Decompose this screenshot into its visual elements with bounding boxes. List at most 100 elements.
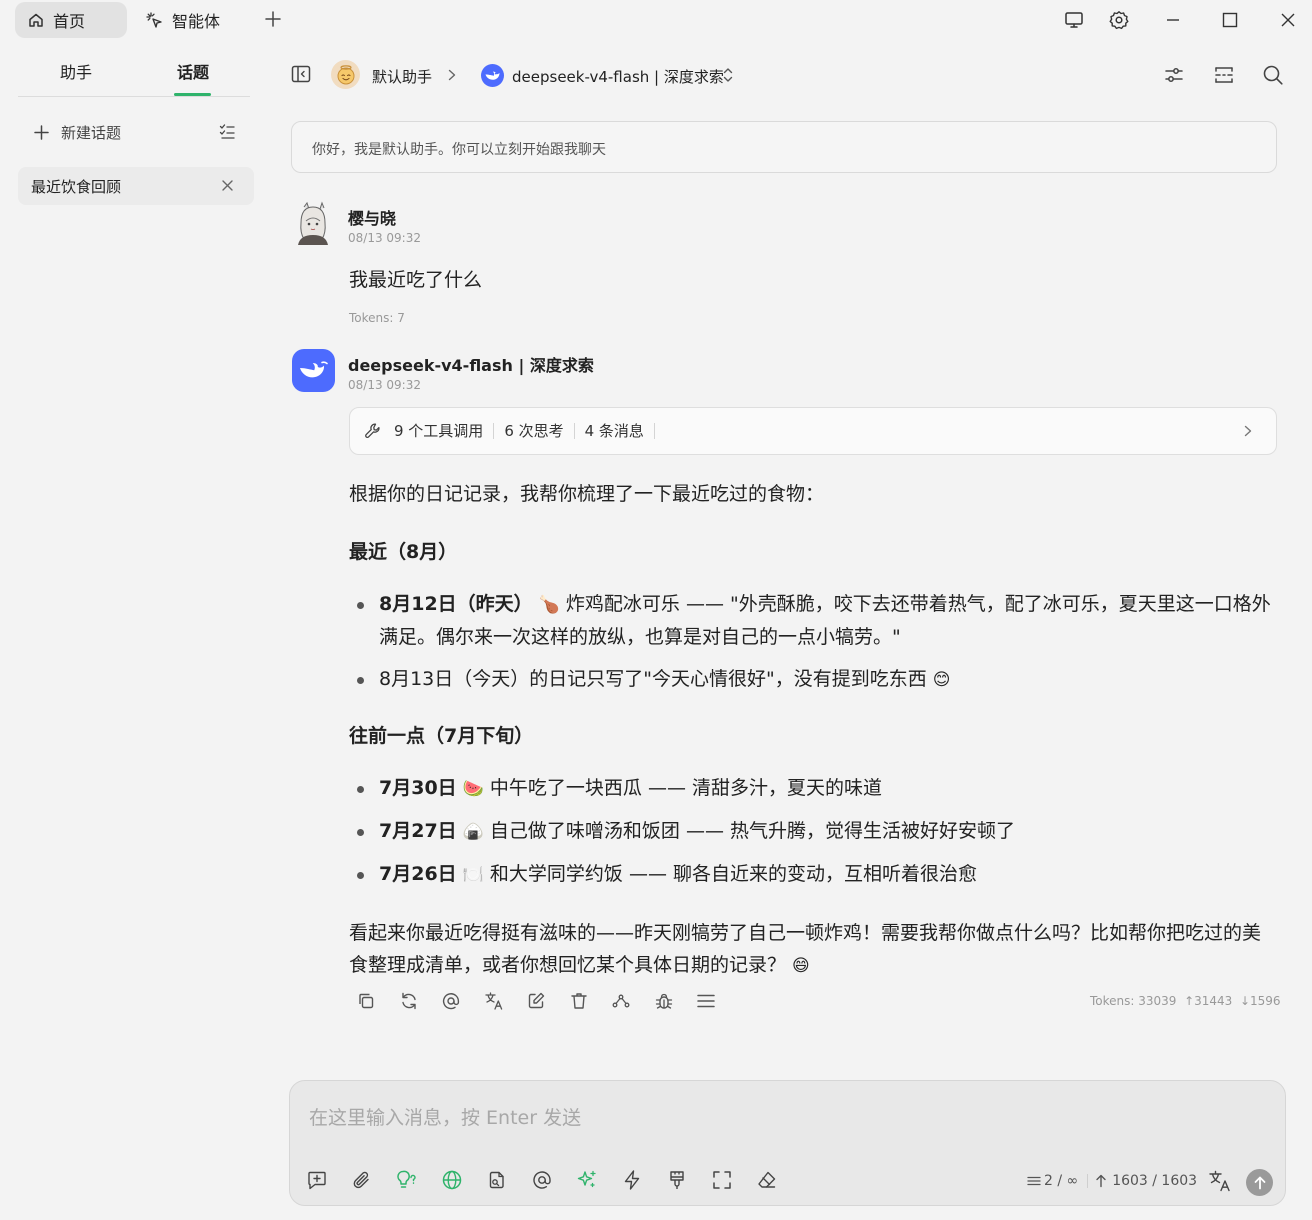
assistant-name[interactable]: 默认助手: [372, 66, 432, 87]
list-item: 7月26日 🍽️ 和大学同学约饭 —— 聊各自近来的变动，互相听着很治愈: [349, 858, 1279, 891]
tab-agents[interactable]: 智能体: [146, 2, 220, 38]
tokens-total: Tokens: 33039: [1090, 994, 1177, 1008]
assistant-model-name: deepseek-v4-flash | 深度求索: [348, 356, 594, 375]
search-icon[interactable]: [1262, 64, 1284, 86]
deepseek-avatar[interactable]: [292, 349, 335, 392]
paperclip-icon[interactable]: [351, 1167, 396, 1193]
sidebar-toggle-icon[interactable]: [291, 64, 311, 84]
user-message-tokens: Tokens: 7: [349, 311, 405, 325]
list-item: 8月12日（昨天） 🍗 炸鸡配冰可乐 —— "外壳酥脆，咬下去还带着热气，配了冰…: [349, 588, 1279, 653]
answer-section-july: 往前一点（7月下旬）: [349, 725, 534, 747]
tab-topics[interactable]: 话题: [177, 59, 209, 83]
maximize-button[interactable]: [1221, 10, 1239, 30]
tokens-output: 1596: [1250, 994, 1281, 1008]
window-topbar: 首页 智能体: [0, 0, 1312, 40]
sparkles-icon[interactable]: [576, 1167, 621, 1193]
answer-outro: 看起来你最近吃得挺有滋味的——昨天刚犒劳了自己一顿炸鸡！需要我帮你做点什么吗？比…: [349, 917, 1279, 982]
entry-text: 自己做了味噌汤和饭团 —— 热气升腾，觉得生活被好好安顿了: [483, 820, 1016, 842]
new-topic-label: 新建话题: [61, 123, 122, 142]
copy-icon[interactable]: [355, 990, 398, 1012]
assistant-message-tokens: Tokens: 33039 ↑31443 ↓1596: [1090, 994, 1281, 1008]
globe-icon[interactable]: [441, 1167, 486, 1193]
message-actions: [355, 990, 738, 1012]
arrow-up-icon: [1095, 1174, 1107, 1188]
user-message-time: 08/13 09:32: [348, 231, 421, 245]
close-icon: [1279, 10, 1297, 30]
rice-ball-emoji: 🍙: [462, 822, 484, 842]
context-icon: [1027, 1174, 1041, 1188]
thinking-count: 6 次思考: [494, 423, 575, 439]
grin-emoji: 😄: [792, 956, 810, 976]
input-stats: 2 / ∞ 1603 / 1603: [1027, 1173, 1197, 1189]
chevron-right-icon: [1242, 424, 1254, 438]
list-item: 7月27日 🍙 自己做了味噌汤和饭团 —— 热气升腾，觉得生活被好好安顿了: [349, 815, 1279, 848]
tab-home[interactable]: 首页: [15, 2, 127, 38]
answer-section-recent: 最近（8月）: [349, 541, 458, 563]
user-message-text: 我最近吃了什么: [349, 269, 483, 291]
plate-emoji: 🍽️: [462, 865, 484, 885]
monitor-icon: [1064, 10, 1084, 30]
eraser-icon[interactable]: [756, 1167, 801, 1193]
answer-intro: 根据你的日记记录，我帮你梳理了一下最近吃过的食物：: [349, 483, 825, 505]
close-window-button[interactable]: [1279, 10, 1297, 30]
assistant-avatar[interactable]: [331, 60, 360, 89]
collapse-rows-icon[interactable]: [1213, 64, 1235, 86]
menu-icon[interactable]: [695, 990, 738, 1012]
fullscreen-icon[interactable]: [711, 1167, 756, 1193]
topic-title: 最近饮食回顾: [31, 177, 122, 196]
maximize-icon: [1221, 10, 1239, 30]
trash-icon[interactable]: [568, 990, 611, 1012]
entry-text: 中午吃了一块西瓜 —— 清甜多汁，夏天的味道: [483, 777, 883, 799]
tab-assistants[interactable]: 助手: [60, 59, 92, 83]
tokens-input: 31443: [1194, 994, 1233, 1008]
monitor-button[interactable]: [1064, 10, 1084, 30]
new-topic-icon[interactable]: [306, 1167, 351, 1193]
translate-icon[interactable]: [1208, 1169, 1232, 1193]
welcome-message: 你好，我是默认助手。你可以立刻开始跟我聊天: [291, 121, 1277, 173]
sparkle-cursor-icon: [146, 11, 172, 29]
message-count: 4 条消息: [575, 423, 655, 439]
entry-date: 8月12日（昨天）: [379, 593, 533, 615]
mention-icon[interactable]: [440, 990, 483, 1012]
branch-icon[interactable]: [610, 990, 653, 1012]
mention-icon[interactable]: [531, 1167, 576, 1193]
lightning-icon[interactable]: [621, 1167, 666, 1193]
entry-date: 7月30日: [379, 777, 457, 799]
send-button[interactable]: [1246, 1169, 1273, 1196]
close-icon[interactable]: [221, 179, 234, 192]
home-icon: [28, 12, 53, 28]
thinking-bulb-icon[interactable]: [396, 1167, 441, 1193]
add-tab-button[interactable]: [264, 10, 282, 28]
smile-emoji: 😊: [932, 670, 951, 690]
settings-button[interactable]: [1109, 10, 1129, 30]
plus-icon: [34, 124, 49, 140]
translate-icon[interactable]: [483, 990, 526, 1012]
regenerate-icon[interactable]: [398, 990, 441, 1012]
minimize-button[interactable]: [1164, 10, 1182, 30]
new-topic-button[interactable]: 新建话题: [18, 114, 250, 150]
topic-item[interactable]: 最近饮食回顾: [18, 167, 254, 205]
knowledge-base-icon[interactable]: [486, 1167, 531, 1193]
watermelon-emoji: 🍉: [462, 779, 484, 799]
sliders-icon[interactable]: [1163, 64, 1185, 86]
chevron-right-icon: [446, 68, 458, 82]
list-item: 8月13日（今天）的日记只写了"今天心情很好"，没有提到吃东西 😊: [349, 663, 1279, 696]
recent-food-list: 8月12日（昨天） 🍗 炸鸡配冰可乐 —— "外壳酥脆，咬下去还带着热气，配了冰…: [349, 588, 1279, 696]
user-avatar[interactable]: [292, 201, 334, 245]
bug-icon[interactable]: [653, 990, 696, 1012]
tab-agents-label: 智能体: [172, 12, 221, 31]
chevron-updown-icon[interactable]: [721, 66, 735, 84]
tab-home-label: 首页: [53, 12, 86, 31]
list-check-icon[interactable]: [219, 123, 236, 140]
tool-calls-summary[interactable]: 9 个工具调用 6 次思考 4 条消息: [349, 407, 1277, 455]
brush-icon[interactable]: [666, 1167, 711, 1193]
minimize-icon: [1164, 10, 1182, 30]
model-name[interactable]: deepseek-v4-flash | 深度求索: [512, 66, 724, 87]
chat-header: 默认助手 deepseek-v4-flash | 深度求索: [270, 52, 1312, 98]
arrow-up-icon: ↑: [1180, 994, 1195, 1008]
message-input-box[interactable]: 在这里输入消息，按 Enter 发送 2 / ∞ 1603 / 1603: [289, 1080, 1286, 1206]
arrow-up-icon: [1253, 1176, 1267, 1190]
message-input-placeholder[interactable]: 在这里输入消息，按 Enter 发送: [309, 1103, 581, 1130]
entry-date: 7月27日: [379, 820, 457, 842]
edit-icon[interactable]: [525, 990, 568, 1012]
